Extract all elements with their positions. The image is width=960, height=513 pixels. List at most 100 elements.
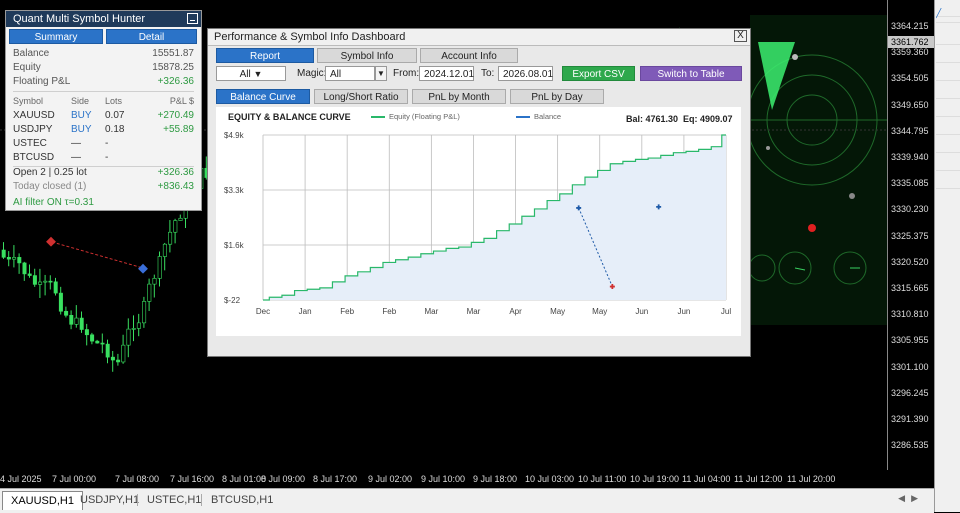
market-watch-row[interactable] [936, 174, 960, 189]
hunter-title-bar[interactable]: Quant Multi Symbol Hunter [6, 11, 201, 27]
switch-to-table-button[interactable]: Switch to Table [640, 66, 742, 81]
close-icon[interactable]: X [734, 30, 747, 42]
time-tick-label: 10 Jul 19:00 [630, 474, 680, 484]
export-csv-button[interactable]: Export CSV [562, 66, 635, 81]
chevron-down-icon[interactable]: ▼ [375, 66, 387, 81]
floating-label: Floating P&L [13, 76, 71, 87]
legend-swatch-equity [371, 116, 385, 118]
floating-value: +326.36 [157, 76, 194, 87]
legend-swatch-balance [516, 116, 530, 118]
market-watch-row[interactable] [936, 48, 960, 63]
x-tick-label: May [550, 307, 565, 316]
subtab-pnl-by-month[interactable]: PnL by Month [412, 89, 506, 104]
candle-body [110, 356, 115, 361]
position-lots: - [105, 152, 109, 163]
x-tick-label: Jun [635, 307, 648, 316]
price-tick-label: 3286.535 [891, 440, 929, 451]
equity-row: Equity 15878.25 [13, 61, 194, 75]
candle-body [95, 340, 100, 344]
dashboard-title-bar[interactable]: Performance & Symbol Info Dashboard X [208, 29, 750, 46]
price-tick-label: 3344.795 [891, 125, 929, 136]
subtab-balance-curve[interactable]: Balance Curve [216, 89, 310, 104]
y-tick-label: $3.3k [224, 186, 245, 195]
candle-body [12, 257, 17, 260]
price-tick-label: 3325.375 [891, 230, 929, 241]
tab-account-info[interactable]: Account Info [420, 48, 518, 63]
candle-body [105, 343, 110, 358]
market-watch-panel[interactable]: ╱ [934, 0, 960, 512]
x-tick-label: Mar [424, 307, 438, 316]
candle-body [152, 278, 157, 285]
position-pl: +55.89 [163, 124, 194, 135]
tab-summary[interactable]: Summary [9, 29, 103, 44]
price-tick-label: 3335.085 [891, 178, 929, 189]
market-watch-row[interactable] [936, 84, 960, 99]
open-row: Open 2 | 0.25 lot +326.36 [13, 166, 194, 180]
current-price-label: 3361.762 [888, 36, 934, 48]
price-axis[interactable]: 3364.215 3359.360 3354.505 3349.650 3344.795… [887, 0, 935, 470]
symbol-tab-xauusd[interactable]: XAUUSD,H1 [2, 491, 83, 510]
market-watch-row[interactable] [936, 156, 960, 171]
position-row[interactable]: USTEC — - [13, 137, 194, 151]
hunter-panel: Quant Multi Symbol Hunter Summary Detail… [5, 10, 202, 211]
subtab-long-short-ratio[interactable]: Long/Short Ratio [314, 89, 408, 104]
candle-body [168, 231, 173, 245]
position-row[interactable]: XAUUSD BUY 0.07 +270.49 [13, 109, 194, 123]
time-tick-label: 9 Jul 10:00 [421, 474, 466, 484]
col-pl: P&L $ [169, 96, 194, 106]
symbol-filter-value: All [239, 69, 251, 80]
tab-report[interactable]: Report [216, 48, 314, 63]
market-watch-row[interactable] [936, 102, 960, 117]
subtab-pnl-by-day[interactable]: PnL by Day [510, 89, 604, 104]
tab-detail[interactable]: Detail [106, 29, 197, 44]
x-tick-label: Feb [340, 307, 354, 316]
open-value: +326.36 [157, 167, 194, 178]
market-watch-row[interactable] [936, 30, 960, 45]
candle-body [100, 342, 105, 345]
position-symbol: USTEC [13, 138, 47, 149]
time-tick-label: 9 Jul 02:00 [368, 474, 413, 484]
col-symbol: Symbol [13, 96, 44, 106]
candle-body [27, 273, 32, 276]
candle-body [17, 257, 22, 264]
symbol-tab-usdjpy[interactable]: USDJPY,H1 [72, 491, 147, 509]
chart-title: EQUITY & BALANCE CURVE [228, 112, 351, 122]
market-watch-row[interactable] [936, 120, 960, 135]
tab-symbol-info[interactable]: Symbol Info [317, 48, 417, 63]
position-row[interactable]: USDJPY BUY 0.18 +55.89 [13, 123, 194, 137]
position-row[interactable]: BTCUSD — - [13, 151, 194, 165]
equity-chart-svg: EQUITY & BALANCE CURVE Equity (Floating … [224, 112, 733, 316]
from-date-input[interactable]: 2024.12.01 [419, 66, 474, 81]
candle-body [6, 256, 11, 260]
market-watch-row[interactable] [936, 66, 960, 81]
market-watch-row[interactable] [936, 138, 960, 153]
position-side: — [71, 138, 81, 149]
closed-value: +836.43 [157, 181, 194, 192]
x-tick-label: Mar [467, 307, 481, 316]
candle-body [131, 328, 136, 330]
y-axis-ticks: $4.9k $3.3k $1.6k $-22 [224, 131, 245, 305]
candle-body [173, 220, 178, 233]
minimize-icon[interactable] [187, 13, 198, 24]
tab-scroll-arrows[interactable]: ◀▶ [898, 493, 924, 504]
candle-body [136, 322, 141, 329]
balance-curve-chart: EQUITY & BALANCE CURVE Equity (Floating … [216, 107, 741, 336]
tab-separator [137, 494, 138, 506]
to-date-input[interactable]: 2026.08.01 [498, 66, 553, 81]
balance-value: 15551.87 [152, 48, 194, 59]
symbol-tab-btcusd[interactable]: BTCUSD,H1 [203, 491, 281, 509]
time-tick-label: 11 Jul 20:00 [787, 474, 836, 484]
price-tick-label: 3320.520 [891, 256, 929, 267]
magic-label: Magic: [297, 68, 327, 79]
candle-body [84, 329, 89, 336]
price-tick-label: 3291.390 [891, 414, 929, 424]
candle-body [178, 217, 183, 221]
symbol-tab-ustec[interactable]: USTEC,H1 [139, 491, 209, 509]
chart-type-icon[interactable]: ╱ [936, 8, 960, 23]
candle-body [53, 281, 58, 294]
ai-filter-status: AI filter ON τ=0.31 [13, 197, 94, 208]
magic-select[interactable]: All [325, 66, 375, 81]
position-symbol: USDJPY [13, 124, 53, 135]
time-tick-label: 8 Jul 01:00 [222, 474, 267, 484]
symbol-filter-select[interactable]: All ▼ [216, 66, 286, 81]
